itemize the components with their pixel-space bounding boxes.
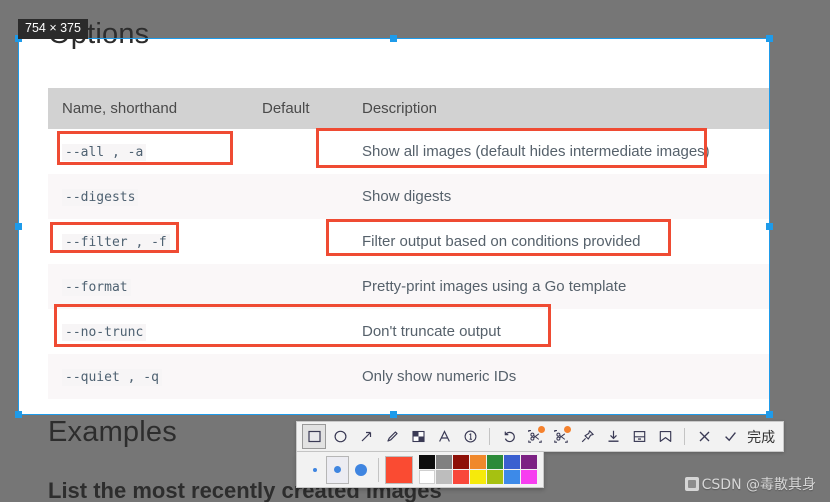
table-header-row: Name, shorthand Default Description bbox=[48, 88, 770, 129]
dim-mask-left bbox=[0, 38, 18, 415]
options-table: Name, shorthand Default Description --al… bbox=[48, 88, 770, 399]
cell-flag-name: --quiet , -q bbox=[48, 354, 248, 399]
dim-mask-right bbox=[770, 38, 830, 415]
color-swatch[interactable] bbox=[487, 470, 503, 484]
selection-size-badge: 754 × 375 bbox=[18, 19, 88, 39]
cell-description: Show digests bbox=[348, 174, 770, 219]
text-tool[interactable] bbox=[432, 424, 456, 449]
download-tool[interactable] bbox=[601, 424, 625, 449]
cell-default bbox=[248, 174, 348, 219]
color-swatch[interactable] bbox=[453, 470, 469, 484]
watermark-logo-icon bbox=[684, 477, 699, 491]
cell-description: Pretty-print images using a Go template bbox=[348, 264, 770, 309]
ocr-tool[interactable] bbox=[523, 424, 547, 449]
stroke-size-medium[interactable] bbox=[326, 455, 350, 484]
toolbar-divider-2 bbox=[684, 428, 686, 445]
bookmark-tool[interactable] bbox=[653, 424, 677, 449]
color-swatch[interactable] bbox=[470, 470, 486, 484]
color-swatch[interactable] bbox=[453, 455, 469, 469]
rectangle-tool[interactable] bbox=[302, 424, 327, 449]
watermark-text: CSDN @毒散其身 bbox=[701, 477, 816, 493]
translate-tool-badge-icon bbox=[564, 426, 572, 433]
active-color-swatch[interactable] bbox=[385, 455, 413, 484]
flag-quiet: --quiet , -q bbox=[62, 368, 162, 386]
table-row: --quiet , -q Only show numeric IDs bbox=[48, 354, 770, 399]
flag-format: --format bbox=[62, 278, 131, 296]
table-row: --format Pretty-print images using a Go … bbox=[48, 264, 770, 309]
color-swatch[interactable] bbox=[419, 470, 435, 484]
color-swatch[interactable] bbox=[487, 455, 503, 469]
arrow-tool[interactable] bbox=[354, 424, 378, 449]
palette-divider bbox=[378, 457, 379, 482]
undo-tool[interactable] bbox=[497, 424, 521, 449]
cell-description: Don't truncate output bbox=[348, 309, 770, 354]
cancel-tool[interactable] bbox=[692, 424, 716, 449]
ellipse-tool[interactable] bbox=[328, 424, 352, 449]
cell-default bbox=[248, 264, 348, 309]
ocr-tool-badge-icon bbox=[538, 426, 546, 433]
table-row: --all , -a Show all images (default hide… bbox=[48, 129, 770, 174]
color-swatch[interactable] bbox=[521, 455, 537, 469]
save-tool[interactable] bbox=[627, 424, 651, 449]
cell-description: Show all images (default hides intermedi… bbox=[348, 129, 770, 174]
cell-description: Only show numeric IDs bbox=[348, 354, 770, 399]
cell-default bbox=[248, 354, 348, 399]
cell-flag-name: --no-trunc bbox=[48, 309, 248, 354]
color-swatch[interactable] bbox=[436, 455, 452, 469]
watermark: CSDN @毒散其身 bbox=[684, 474, 816, 494]
table-row: --no-trunc Don't truncate output bbox=[48, 309, 770, 354]
annotation-toolbar: 完成 bbox=[296, 421, 784, 452]
translate-tool[interactable] bbox=[549, 424, 573, 449]
pen-tool[interactable] bbox=[380, 424, 404, 449]
flag-all: --all , -a bbox=[62, 143, 147, 161]
column-header-name: Name, shorthand bbox=[48, 88, 248, 129]
dot-large-icon bbox=[354, 463, 367, 476]
color-swatch-grid bbox=[419, 455, 537, 484]
flag-filter: --filter , -f bbox=[62, 233, 170, 251]
dot-medium-icon bbox=[334, 466, 342, 473]
dot-small-icon bbox=[312, 467, 317, 472]
flag-digests: --digests bbox=[62, 188, 139, 206]
annotation-palette-bar bbox=[296, 452, 544, 488]
done-button[interactable]: 完成 bbox=[747, 427, 775, 447]
cell-flag-name: --filter , -f bbox=[48, 219, 248, 264]
color-swatch[interactable] bbox=[436, 470, 452, 484]
confirm-tool[interactable] bbox=[718, 424, 742, 449]
mosaic-tool[interactable] bbox=[406, 424, 430, 449]
color-swatch[interactable] bbox=[504, 455, 520, 469]
column-header-default: Default bbox=[248, 88, 348, 129]
table-row: --filter , -f Filter output based on con… bbox=[48, 219, 770, 264]
color-swatch[interactable] bbox=[470, 455, 486, 469]
table-row: --digests Show digests bbox=[48, 174, 770, 219]
pin-tool[interactable] bbox=[575, 424, 599, 449]
cell-description: Filter output based on conditions provid… bbox=[348, 219, 770, 264]
color-swatch[interactable] bbox=[419, 455, 435, 469]
cell-default bbox=[248, 309, 348, 354]
dim-mask-top bbox=[0, 0, 830, 38]
cell-default bbox=[248, 129, 348, 174]
toolbar-divider-1 bbox=[489, 428, 491, 445]
stroke-size-large[interactable] bbox=[349, 456, 372, 484]
cell-default bbox=[248, 219, 348, 264]
cell-flag-name: --format bbox=[48, 264, 248, 309]
color-swatch[interactable] bbox=[521, 470, 537, 484]
cell-flag-name: --all , -a bbox=[48, 129, 248, 174]
stroke-size-small[interactable] bbox=[303, 456, 326, 484]
color-swatch[interactable] bbox=[504, 470, 520, 484]
cell-flag-name: --digests bbox=[48, 174, 248, 219]
screen-capture-overlay: Options Name, shorthand Default Descript… bbox=[0, 0, 830, 502]
column-header-description: Description bbox=[348, 88, 770, 129]
flag-no-trunc: --no-trunc bbox=[62, 323, 147, 341]
number-tool[interactable] bbox=[458, 424, 482, 449]
